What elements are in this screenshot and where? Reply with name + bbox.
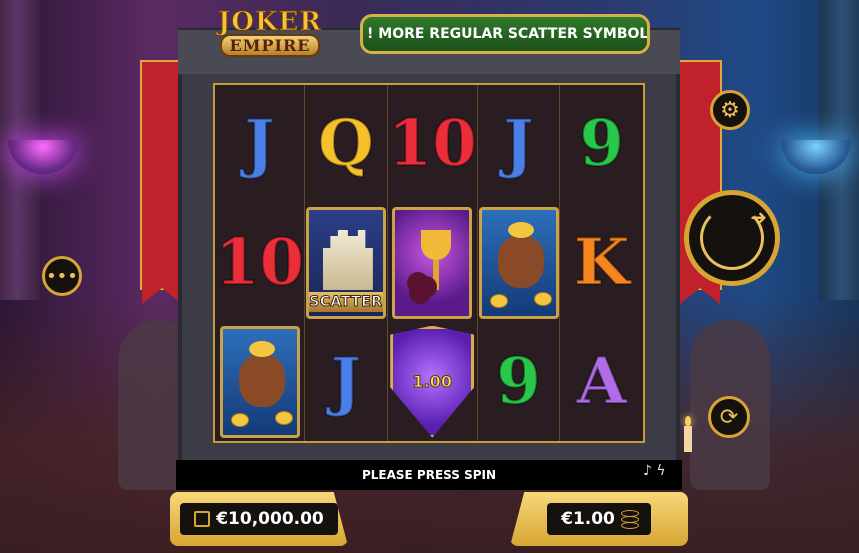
bet-panel[interactable]: €1.00 <box>510 492 688 546</box>
coins-icon <box>620 510 639 529</box>
balance-value: €10,000.00 <box>216 509 324 529</box>
ticker-text: ! MORE REGULAR SCATTER SYMBOLS TRIGGER F <box>367 26 649 42</box>
reel-grid: J Q 10 J 9 10 SCATTER K J 1.00 9 A <box>213 83 645 443</box>
shield-value: 1.00 <box>412 372 452 392</box>
goblet-icon <box>421 229 452 290</box>
symbol-j: J <box>243 106 275 182</box>
reel-cell: J <box>478 85 561 204</box>
reel-cell <box>388 203 478 323</box>
reel-cell: 1.00 <box>388 322 478 441</box>
bet-display[interactable]: €1.00 <box>547 503 651 535</box>
symbol-q: Q <box>317 106 375 182</box>
autoplay-button[interactable]: ⟳ <box>708 396 750 438</box>
scatter-label: SCATTER <box>308 291 383 312</box>
reel-cell: A <box>560 322 643 441</box>
symbol-10: 10 <box>214 224 305 300</box>
coin-icon <box>533 291 552 306</box>
symbol-k: K <box>573 224 631 300</box>
wallet-icon <box>194 511 211 527</box>
logo-empire-text: EMPIRE <box>219 34 321 57</box>
autoplay-icon: ⟳ <box>719 404 739 430</box>
message-bar: PLEASE PRESS SPIN <box>176 460 682 490</box>
money-bag-symbol <box>478 206 559 319</box>
reel-cell <box>215 322 306 441</box>
symbol-a: A <box>576 343 628 419</box>
gear-icon: ⚙ <box>720 97 740 123</box>
candle-icon <box>684 416 692 452</box>
menu-button[interactable]: ••• <box>42 256 82 296</box>
spin-icon: ➜ <box>700 205 767 270</box>
info-ticker: ! MORE REGULAR SCATTER SYMBOLS TRIGGER F <box>360 14 650 54</box>
scatter-symbol: SCATTER <box>305 206 386 319</box>
shield-symbol: 1.00 <box>390 325 475 438</box>
spin-arrow-icon: ➜ <box>750 205 767 229</box>
reel-cell: 10 <box>214 203 305 323</box>
status-message: PLEASE PRESS SPIN <box>361 468 497 482</box>
castle-icon <box>322 229 373 290</box>
symbol-9: 9 <box>495 343 542 419</box>
lightning-icon[interactable]: ϟ <box>656 463 665 479</box>
symbol-10: 10 <box>387 106 478 182</box>
reel-cell: J <box>215 85 306 204</box>
reel-cell: 9 <box>478 322 561 441</box>
money-bag-icon <box>238 340 285 407</box>
symbol-j: J <box>502 106 534 182</box>
logo-joker-text: JOKER <box>218 7 322 37</box>
menu-icon: ••• <box>46 265 78 287</box>
coin-icon <box>230 412 249 427</box>
grapes-icon <box>407 271 430 294</box>
game-logo: JOKER EMPIRE <box>208 8 332 66</box>
bet-value: €1.00 <box>561 509 615 529</box>
reel-cell: 9 <box>560 85 643 204</box>
music-note-icon[interactable]: ♪ <box>643 463 652 479</box>
money-bag-symbol <box>219 325 300 438</box>
balance-panel: €10,000.00 <box>170 492 348 546</box>
reel-cell: J <box>305 322 388 441</box>
goblet-symbol <box>392 206 473 319</box>
balance-display: €10,000.00 <box>180 503 338 535</box>
money-bag-icon <box>497 221 544 288</box>
reel-cell <box>478 203 561 323</box>
symbol-9: 9 <box>578 106 625 182</box>
symbol-j: J <box>330 343 362 419</box>
reel-cell: Q <box>305 85 388 204</box>
coin-icon <box>274 410 293 425</box>
sound-turbo-icons[interactable]: ♪ ϟ <box>643 463 666 479</box>
spin-button[interactable]: ➜ <box>684 190 780 286</box>
coin-icon <box>489 293 508 308</box>
reel-cell: 10 <box>387 85 478 204</box>
settings-button[interactable]: ⚙ <box>710 90 750 130</box>
reel-cell: SCATTER <box>305 203 388 323</box>
reel-cell: K <box>560 204 643 323</box>
